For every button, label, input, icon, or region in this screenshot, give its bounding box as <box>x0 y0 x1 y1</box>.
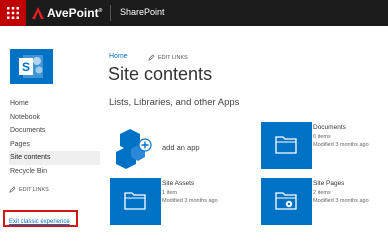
svg-text:S: S <box>22 60 30 74</box>
left-navigation: Home Notebook Documents Pages Site conte… <box>9 97 100 178</box>
nav-item-notebook[interactable]: Notebook <box>9 111 100 125</box>
site-pages-tile-count: 2 items <box>313 190 331 196</box>
site-assets-tile-count: 1 item <box>162 190 177 196</box>
left-edit-links-label: EDIT LINKS <box>19 186 49 193</box>
site-assets-tile-icon[interactable] <box>110 178 161 225</box>
suite-divider <box>110 5 111 21</box>
site-pages-tile-modified: Modified 3 months ago <box>313 198 369 204</box>
nav-item-recycle-bin[interactable]: Recycle Bin <box>9 165 100 179</box>
pencil-icon <box>9 186 16 193</box>
exit-classic-experience-link[interactable]: Exit classic experience <box>9 219 70 225</box>
site-pages-tile-title[interactable]: Site Pages <box>313 180 344 187</box>
site-logo[interactable]: S <box>10 49 53 84</box>
brand-name: AvePoint® <box>47 6 103 20</box>
nav-item-pages[interactable]: Pages <box>9 138 100 152</box>
add-app-icon <box>116 129 152 169</box>
nav-item-documents[interactable]: Documents <box>9 124 100 138</box>
documents-tile-icon[interactable] <box>261 122 312 169</box>
top-edit-links-label: EDIT LINKS <box>158 54 188 61</box>
top-edit-links-button[interactable]: EDIT LINKS <box>148 54 188 61</box>
folder-icon <box>124 192 146 210</box>
folder-icon <box>275 136 297 154</box>
avepoint-logo-icon <box>32 7 44 19</box>
documents-tile-count: 0 items <box>313 134 331 140</box>
section-title: Lists, Libraries, and other Apps <box>109 97 240 108</box>
nav-item-site-contents[interactable]: Site contents <box>9 151 100 165</box>
pencil-icon <box>148 54 155 61</box>
brand-logo[interactable]: AvePoint® <box>31 4 102 22</box>
app-launcher-button[interactable] <box>0 0 26 26</box>
suite-bar: AvePoint® SharePoint <box>0 0 388 26</box>
waffle-icon <box>7 7 19 19</box>
site-assets-tile-title[interactable]: Site Assets <box>162 180 194 187</box>
suite-app-title[interactable]: SharePoint <box>120 7 165 17</box>
page-title: Site contents <box>108 64 213 84</box>
site-assets-tile-modified: Modified 3 months ago <box>162 198 218 204</box>
nav-item-home[interactable]: Home <box>9 97 100 111</box>
breadcrumb-home-link[interactable]: Home <box>109 53 128 60</box>
documents-tile-title[interactable]: Documents <box>313 124 346 131</box>
documents-tile-modified: Modified 3 months ago <box>313 142 369 148</box>
add-app-label[interactable]: add an app <box>162 143 200 152</box>
site-pages-tile-icon[interactable] <box>261 178 312 225</box>
left-edit-links-button[interactable]: EDIT LINKS <box>9 186 49 193</box>
sharepoint-logo-icon: S <box>19 55 43 78</box>
pages-folder-icon <box>275 192 297 210</box>
